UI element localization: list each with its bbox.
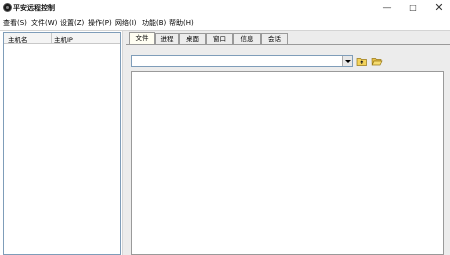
menu-bar: 查看(S) 文件(W) 设置(Z) 操作(P) 网络(I) 功能(B) 帮助(H… [0, 16, 450, 30]
maximize-button[interactable]: □ [402, 1, 424, 15]
menu-file[interactable]: 文件(W) [31, 18, 57, 28]
host-list-header: 主机名 主机IP [4, 33, 120, 44]
tab-info[interactable]: 信息 [233, 33, 261, 44]
path-input[interactable] [133, 56, 345, 66]
chevron-down-icon[interactable] [342, 56, 352, 66]
column-header-hostname[interactable]: 主机名 [8, 34, 28, 44]
app-logo-icon [3, 3, 12, 12]
minimize-button[interactable]: — [376, 1, 398, 15]
menu-operation[interactable]: 操作(P) [88, 18, 112, 28]
tab-processes[interactable]: 进程 [155, 33, 179, 44]
window-title: 平安远程控制 [13, 4, 55, 12]
menu-settings[interactable]: 设置(Z) [60, 18, 84, 28]
close-button[interactable]: ✕ [428, 1, 450, 15]
tab-windows[interactable]: 窗口 [206, 33, 233, 44]
column-divider[interactable] [51, 33, 52, 43]
tab-desktop[interactable]: 桌面 [179, 33, 206, 44]
menu-function[interactable]: 功能(B) [142, 18, 166, 28]
host-list[interactable]: 主机名 主机IP [3, 32, 121, 255]
menu-view[interactable]: 查看(S) [3, 18, 27, 28]
path-combobox[interactable] [131, 55, 353, 67]
menu-help[interactable]: 帮助(H) [169, 18, 194, 28]
title-bar: 平安远程控制 — □ ✕ [0, 0, 450, 16]
tab-session[interactable]: 会话 [261, 33, 288, 44]
folder-up-button[interactable] [356, 55, 368, 67]
open-folder-button[interactable] [371, 55, 383, 67]
file-list[interactable] [131, 71, 444, 255]
menu-network[interactable]: 网络(I) [115, 18, 137, 28]
column-header-host-ip[interactable]: 主机IP [54, 34, 73, 44]
tab-underline [126, 44, 450, 45]
folder-up-icon [356, 58, 367, 66]
open-folder-icon [371, 58, 383, 66]
